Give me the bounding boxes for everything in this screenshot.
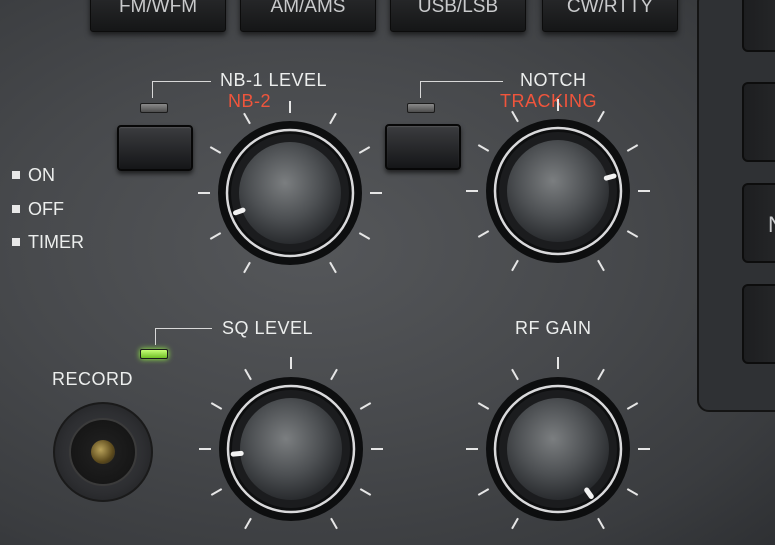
side-button-2[interactable] — [742, 82, 775, 162]
tick-mark — [597, 368, 605, 381]
bullet-icon — [12, 171, 20, 179]
tick-mark — [511, 368, 519, 381]
record-label: RECORD — [52, 369, 134, 389]
tick-mark — [597, 259, 605, 272]
knob-cap — [240, 398, 342, 500]
tick-mark — [243, 261, 251, 274]
sq-bracket-line — [155, 328, 212, 345]
mode-button-fm-wfm[interactable]: FM/WFM — [90, 0, 226, 32]
mode-button-usb-lsb[interactable]: USB/LSB — [390, 0, 526, 32]
tick-mark — [597, 110, 605, 123]
side-button-1[interactable] — [742, 0, 775, 52]
tick-mark — [359, 402, 372, 410]
tick-mark — [597, 517, 605, 530]
notch-knob[interactable] — [458, 91, 658, 291]
tick-mark — [243, 112, 251, 125]
rf-gain-knob[interactable] — [458, 349, 658, 545]
tick-mark — [330, 517, 338, 530]
power-option-timer: TIMER — [12, 232, 84, 253]
tick-mark — [244, 517, 252, 530]
knob-cap — [507, 140, 609, 242]
power-option-label: TIMER — [28, 232, 84, 252]
tick-mark — [477, 144, 490, 152]
tick-mark — [209, 146, 222, 154]
jack-contact — [91, 440, 115, 464]
side-button-4[interactable] — [742, 284, 775, 364]
tick-mark — [210, 488, 223, 496]
sq-indicator-led — [140, 349, 168, 359]
tick-mark — [511, 110, 519, 123]
power-option-label: OFF — [28, 199, 64, 219]
tick-mark — [330, 368, 338, 381]
jack-ring — [69, 418, 137, 486]
tick-mark — [477, 488, 490, 496]
tick-mark — [477, 230, 490, 238]
mode-button-am-ams[interactable]: AM/AMS — [240, 0, 376, 32]
radio-front-panel: FM/WFM AM/AMS USB/LSB CW/RTTY N ON OFF T… — [0, 0, 775, 545]
tick-mark — [358, 232, 371, 240]
nb-indicator-led — [140, 103, 168, 113]
power-option-on: ON — [12, 165, 55, 186]
notch-indicator-led — [407, 103, 435, 113]
tick-mark — [209, 232, 222, 240]
knob-pointer-mark — [230, 450, 244, 457]
tick-mark — [626, 402, 639, 410]
sq-level-knob[interactable] — [191, 349, 391, 545]
knob-cap — [507, 398, 609, 500]
nb-level-label: NB-1 LEVEL — [220, 70, 328, 90]
power-option-off: OFF — [12, 199, 64, 220]
bullet-icon — [12, 238, 20, 246]
tick-mark — [210, 402, 223, 410]
tick-mark — [358, 146, 371, 154]
tick-mark — [359, 488, 372, 496]
mode-button-cw-rtty[interactable]: CW/RTTY — [542, 0, 678, 32]
tick-mark — [329, 112, 337, 125]
notch-button[interactable] — [385, 124, 461, 170]
tick-mark — [626, 230, 639, 238]
nb-button[interactable] — [117, 125, 193, 171]
nb-level-knob[interactable] — [190, 93, 390, 293]
tick-mark — [511, 259, 519, 272]
tick-mark — [477, 402, 490, 410]
power-option-label: ON — [28, 165, 55, 185]
tick-mark — [626, 488, 639, 496]
knob-pointer-mark — [603, 173, 617, 181]
tick-mark — [511, 517, 519, 530]
knob-pointer-mark — [233, 207, 246, 216]
tick-mark — [244, 368, 252, 381]
sq-level-label: SQ LEVEL — [222, 318, 314, 338]
tick-mark — [329, 261, 337, 274]
knob-cap — [239, 142, 341, 244]
side-button-3[interactable]: N — [742, 183, 775, 263]
tick-mark — [626, 144, 639, 152]
record-jack[interactable] — [53, 402, 153, 502]
rf-gain-label: RF GAIN — [515, 318, 592, 338]
bullet-icon — [12, 205, 20, 213]
notch-label: NOTCH — [520, 70, 587, 90]
